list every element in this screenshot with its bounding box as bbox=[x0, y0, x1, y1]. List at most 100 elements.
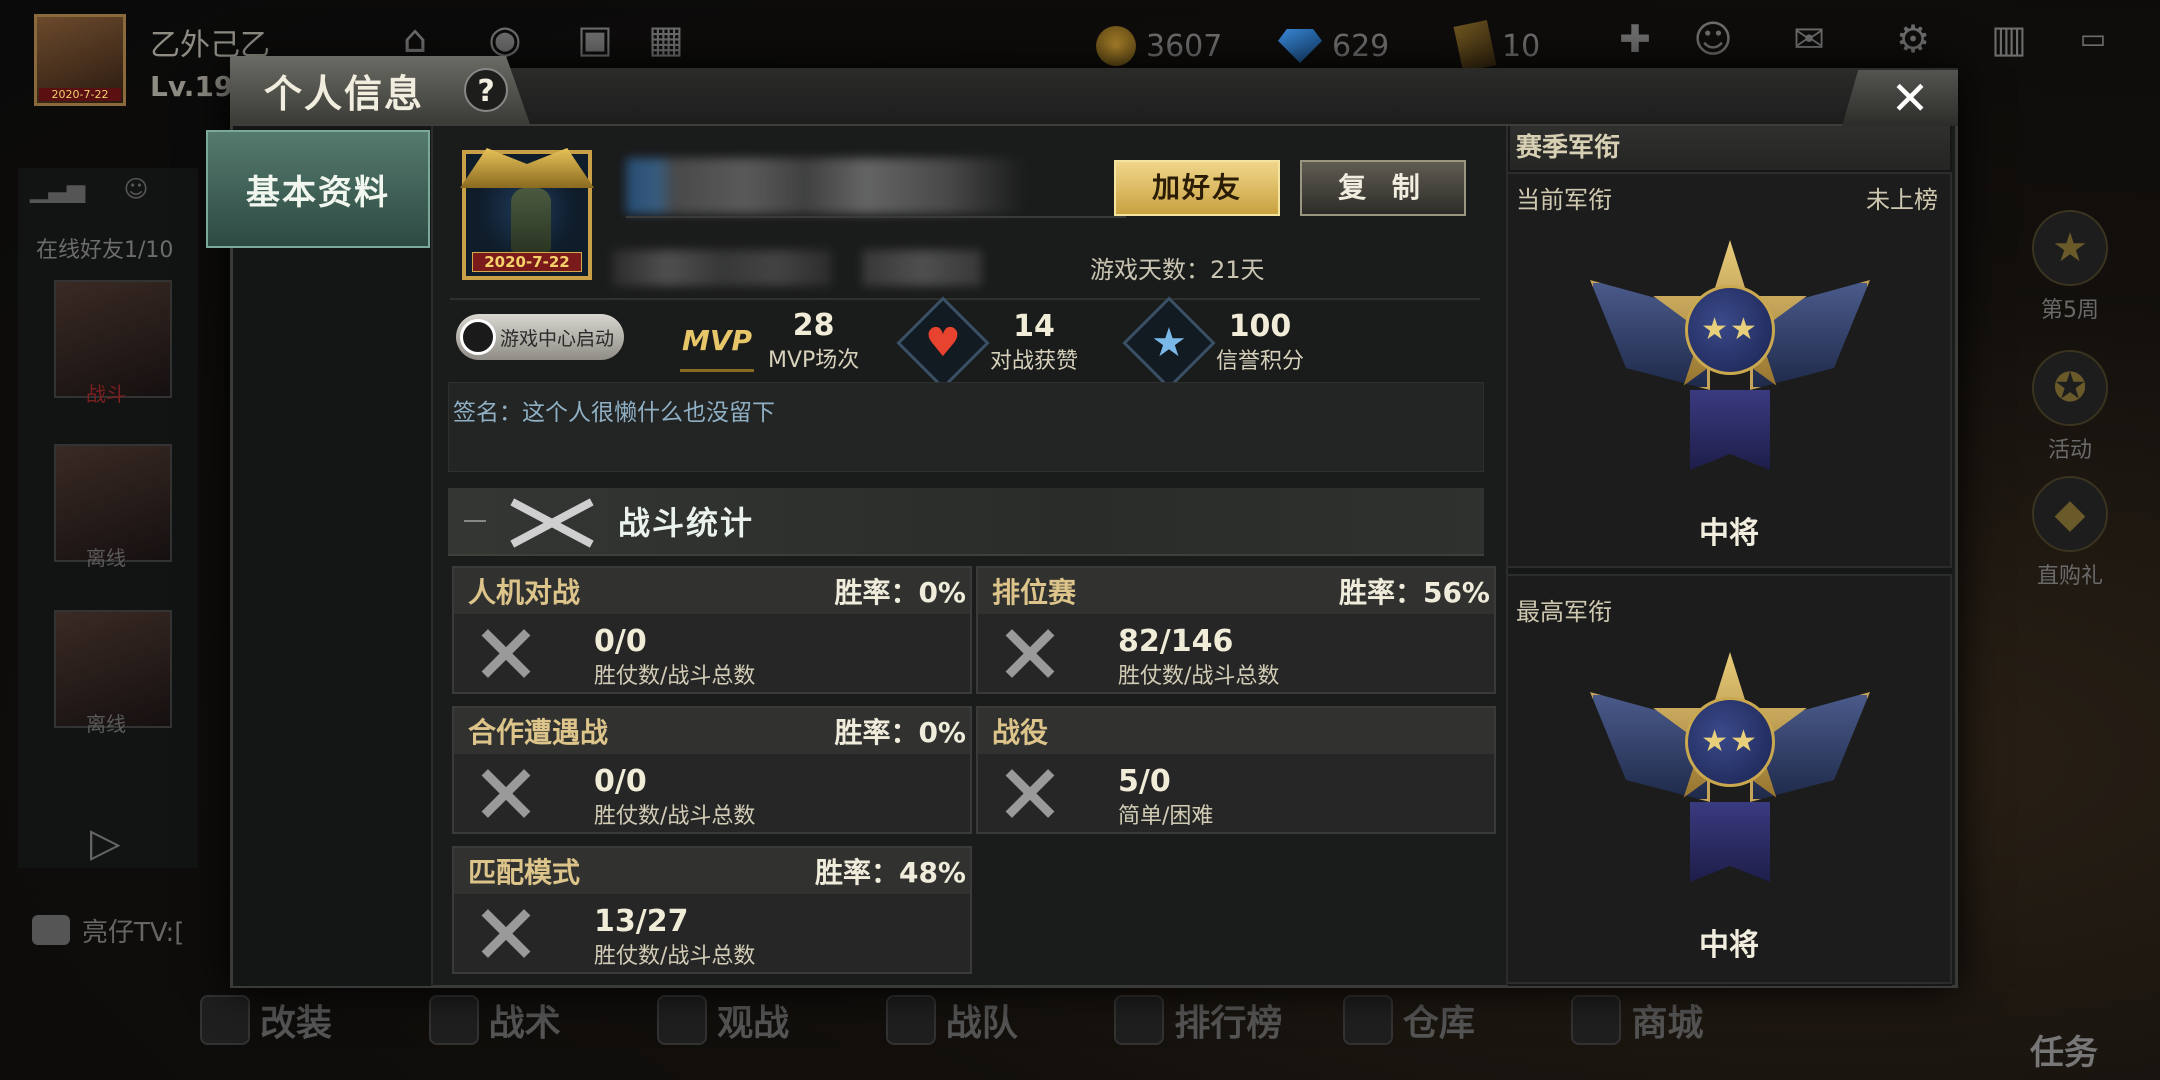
header-dash bbox=[464, 520, 486, 522]
nav-label: 排行榜 bbox=[1174, 1003, 1283, 1044]
lieutenant-general-medal-icon: ★★ bbox=[1590, 240, 1870, 470]
mode-card-coop: 合作遭遇战 胜率：0% 0/0 胜仗数/战斗总数 bbox=[452, 706, 972, 834]
warehouse-icon bbox=[1342, 995, 1393, 1045]
mode-card-pve: 人机对战 胜率：0% 0/0 胜仗数/战斗总数 bbox=[452, 566, 972, 694]
nav-spectate[interactable]: 观战 bbox=[637, 990, 866, 1050]
header-divider bbox=[450, 298, 1480, 300]
add-friend-button[interactable]: 加好友 bbox=[1114, 160, 1280, 216]
mode-value-label: 胜仗数/战斗总数 bbox=[594, 804, 756, 829]
nav-modify[interactable]: 改装 bbox=[180, 990, 409, 1050]
likes-count: 14 bbox=[1013, 309, 1055, 344]
friend-status: 战斗 bbox=[86, 382, 126, 406]
star-badge-icon: ★ bbox=[2032, 210, 2108, 286]
likes-stat: ♥ 14 对战获赞 bbox=[896, 296, 1078, 390]
gold-coin-icon bbox=[1096, 26, 1136, 66]
online-friends-count: 在线好友1/10 bbox=[36, 238, 174, 263]
mode-value: 0/0 bbox=[594, 624, 647, 659]
trophy-icon bbox=[1114, 995, 1165, 1045]
mode-value-label: 简单/困难 bbox=[1118, 804, 1214, 829]
crossed-swords-icon bbox=[472, 620, 538, 686]
weekly-reward[interactable]: ★ 第5周 bbox=[2020, 210, 2120, 324]
mode-value-label: 胜仗数/战斗总数 bbox=[1118, 664, 1280, 689]
nav-label: 战术 bbox=[488, 1003, 561, 1044]
events-label: 活动 bbox=[2047, 438, 2092, 463]
mode-name: 人机对战 bbox=[468, 576, 581, 609]
lieutenant-general-medal-icon: ★★ bbox=[1590, 652, 1870, 882]
heart-icon: ♥ bbox=[925, 319, 961, 366]
expand-arrow-icon[interactable]: ▷ bbox=[90, 820, 121, 866]
ticket-balance: 10 bbox=[1453, 19, 1541, 73]
profile-book-icon[interactable]: ▥ bbox=[1986, 16, 2032, 62]
player-avatar[interactable]: 2020-7-22 bbox=[34, 14, 126, 106]
mvp-badge-icon: MVP bbox=[680, 312, 754, 372]
mode-value: 0/0 bbox=[594, 764, 647, 799]
gift-icon[interactable]: ▣ bbox=[572, 16, 618, 62]
battle-stats-header: 战斗统计 bbox=[448, 488, 1484, 556]
nav-shop[interactable]: 商城 bbox=[1551, 990, 1780, 1050]
mail-icon[interactable]: ✉ bbox=[1786, 16, 1832, 62]
season-rank-header: 赛季军衔 bbox=[1510, 126, 1950, 170]
crossed-swords-icon bbox=[472, 760, 538, 826]
nav-label: 改装 bbox=[260, 1003, 333, 1044]
nav-tactics[interactable]: 战术 bbox=[409, 990, 638, 1050]
nav-label: 仓库 bbox=[1402, 1003, 1475, 1044]
nav-warehouse[interactable]: 仓库 bbox=[1323, 990, 1552, 1050]
blurred-player-extra bbox=[862, 250, 982, 286]
credit-stat: ★ 100 信誉积分 bbox=[1122, 296, 1305, 390]
settings-gear-icon[interactable]: ⚙ bbox=[1890, 16, 1936, 62]
mode-value: 5/0 bbox=[1118, 764, 1171, 799]
events[interactable]: ✪ 活动 bbox=[2020, 350, 2120, 464]
crossed-swords-icon bbox=[996, 760, 1062, 826]
mode-value: 82/146 bbox=[1118, 624, 1234, 659]
battery-icon: ▭ bbox=[2079, 22, 2107, 55]
direct-purchase-label: 直购礼 bbox=[2036, 564, 2103, 589]
friends-icon[interactable]: ☺ bbox=[1690, 16, 1736, 62]
diamond-balance: 629 bbox=[1278, 26, 1389, 66]
signature-box: 签名：这个人很懒什么也没留下 bbox=[448, 382, 1484, 472]
star-icon bbox=[657, 995, 708, 1045]
nav-leaderboard[interactable]: 排行榜 bbox=[1094, 990, 1323, 1050]
chat-bar[interactable]: 亮仔TV:[ bbox=[18, 902, 238, 958]
chat-bubble-icon bbox=[32, 915, 70, 945]
direct-purchase[interactable]: ◆ 直购礼 bbox=[2020, 476, 2120, 590]
friend-status: 离线 bbox=[86, 712, 126, 736]
task-button[interactable]: 任务 bbox=[2030, 1025, 2098, 1074]
ticket-icon bbox=[1453, 19, 1497, 73]
nav-label: 观战 bbox=[717, 1003, 790, 1044]
friends-rail-tabs[interactable]: ▁▃▅ ☺ bbox=[30, 175, 149, 203]
mode-card-ranked: 排位赛 胜率：56% 82/146 胜仗数/战斗总数 bbox=[976, 566, 1496, 694]
chat-preview: 亮仔TV:[ bbox=[82, 917, 185, 948]
modal-side-tabs bbox=[233, 126, 433, 986]
qq-icon[interactable]: ◉ bbox=[482, 16, 528, 62]
modal-title-tab: 个人信息 ? bbox=[230, 56, 530, 124]
credit-label: 信誉积分 bbox=[1216, 349, 1305, 374]
star-badge: ★ bbox=[1122, 296, 1216, 390]
game-center-launch-button[interactable]: 游戏中心启动 bbox=[456, 314, 624, 360]
gold-amount: 3607 bbox=[1146, 28, 1223, 64]
home-icon[interactable]: ⌂ bbox=[392, 16, 438, 62]
player-level: Lv.19 bbox=[150, 70, 234, 103]
mode-win-rate: 胜率：0% bbox=[834, 716, 966, 749]
nav-team[interactable]: 战队 bbox=[866, 990, 1095, 1050]
mode-win-rate: 胜率：0% bbox=[834, 576, 966, 609]
wrench-icon bbox=[200, 995, 250, 1045]
ticket-amount: 10 bbox=[1502, 28, 1541, 64]
mode-value-label: 胜仗数/战斗总数 bbox=[594, 664, 756, 689]
nav-label: 战队 bbox=[945, 1003, 1018, 1044]
diamond-icon bbox=[1278, 29, 1322, 63]
player-avatar-tag: 2020-7-22 bbox=[39, 88, 121, 101]
more-grid-icon[interactable]: ▦ bbox=[643, 16, 689, 62]
gold-balance: 3607 bbox=[1096, 26, 1222, 66]
plus-icon[interactable]: ✚ bbox=[1612, 16, 1658, 62]
blurred-player-id bbox=[612, 250, 832, 286]
current-rank-name: 中将 bbox=[1699, 516, 1759, 551]
crossed-swords-icon bbox=[996, 620, 1062, 686]
weekly-reward-label: 第5周 bbox=[2041, 298, 2099, 323]
copy-button[interactable]: 复 制 bbox=[1300, 160, 1466, 216]
close-button[interactable]: ✕ bbox=[1842, 70, 1958, 126]
tab-basic-info[interactable]: 基本资料 bbox=[206, 130, 430, 248]
modal-title: 个人信息 bbox=[264, 71, 425, 116]
mode-win-rate: 胜率：56% bbox=[1338, 576, 1490, 609]
mvp-stat: MVP 28 MVP场次 bbox=[680, 310, 859, 374]
help-button[interactable]: ? bbox=[464, 68, 509, 112]
